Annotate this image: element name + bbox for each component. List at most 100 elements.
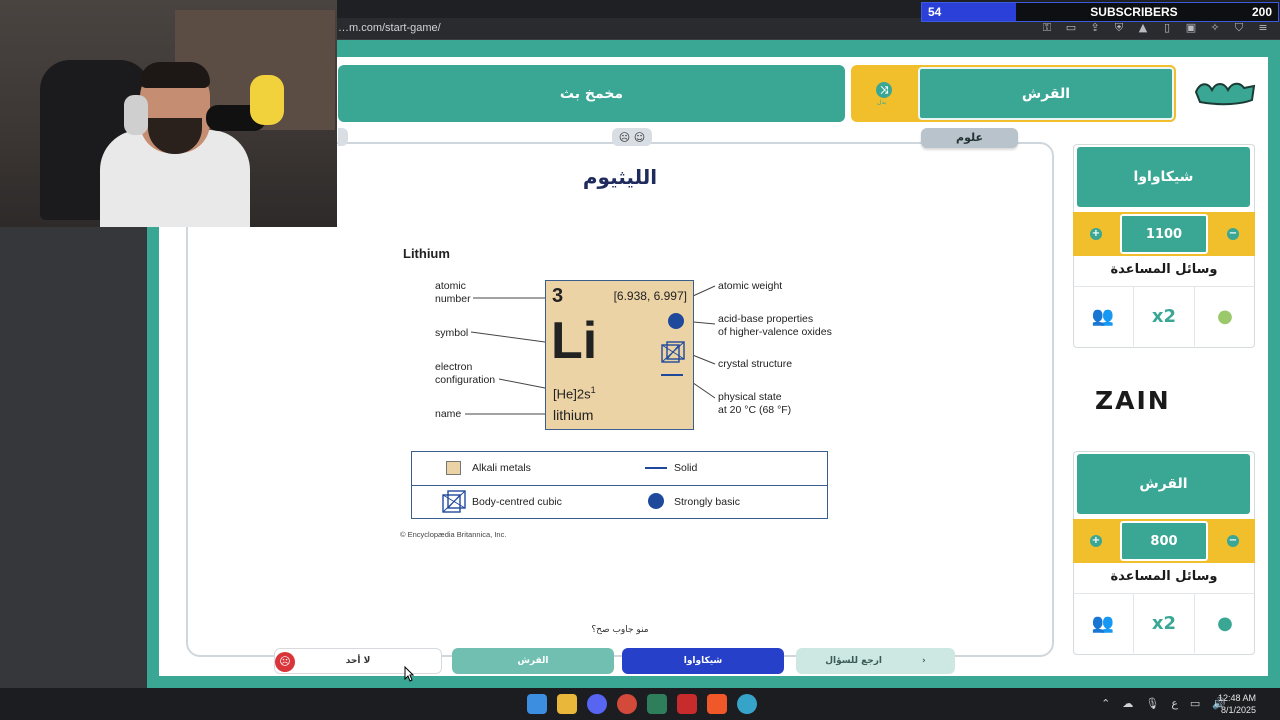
- minus-icon[interactable]: −: [1227, 535, 1239, 547]
- who-answered-prompt: منو جاوب صح؟: [591, 625, 649, 635]
- category-badge: علوم: [921, 128, 1018, 148]
- terminal-icon[interactable]: [647, 694, 667, 714]
- copyright: © Encyclopædia Britannica, Inc.: [400, 530, 507, 539]
- back-label: ارجع للسؤال: [825, 656, 883, 666]
- legend-alkali: Alkali metals: [472, 462, 531, 474]
- pikachu-figure: [250, 75, 284, 125]
- language-indicator[interactable]: ع: [1171, 697, 1178, 710]
- game-logo: [1194, 82, 1256, 106]
- electron-configuration: [He]2s1: [553, 385, 596, 401]
- team1-tools: 👥 x2 ●: [1073, 286, 1255, 346]
- chrome-icon[interactable]: [617, 694, 637, 714]
- team-tab-right[interactable]: القرش: [918, 67, 1174, 120]
- bcc-cube-icon: [661, 341, 685, 363]
- clock[interactable]: 12:48 AM 8/1/2025: [1210, 692, 1256, 716]
- label-atomic-weight: atomic weight: [718, 280, 783, 292]
- key-icon[interactable]: ⚿: [1040, 21, 1054, 35]
- cloud-icon[interactable]: ☁: [1122, 697, 1133, 710]
- sad-face-icon: ☹: [275, 652, 295, 672]
- team2-points: 800: [1120, 521, 1208, 561]
- team2-tools-title: وسائل المساعدة: [1110, 569, 1218, 584]
- clock-date: 8/1/2025: [1220, 705, 1256, 715]
- legend-row: Body-centred cubic Strongly basic: [412, 485, 827, 519]
- team2-name: القرش: [1077, 454, 1250, 514]
- brave-shield-icon[interactable]: ⛨: [1112, 21, 1126, 35]
- team-right-answer-button[interactable]: القرش: [452, 648, 614, 674]
- subscriber-goal-overlay: 54 SUBSCRIBERS 200: [921, 2, 1279, 22]
- menu-icon[interactable]: ≡: [1256, 21, 1270, 35]
- wallet-icon[interactable]: ▣: [1184, 21, 1198, 35]
- minus-icon[interactable]: −: [1227, 228, 1239, 240]
- sidebar-icon[interactable]: ▯: [1160, 21, 1174, 35]
- double-points-icon[interactable]: x2: [1133, 594, 1194, 653]
- alkali-swatch: [446, 461, 461, 475]
- team-tab-left[interactable]: مخمخ بث: [338, 65, 845, 122]
- figure-legend: Alkali metals Solid Body-centred cubic S…: [411, 451, 828, 519]
- label-crystal-structure: crystal structure: [718, 358, 793, 370]
- webcam-overlay: [0, 0, 337, 227]
- system-tray: ⌃ ☁ 🎙 ع ▭ 🔊: [1101, 697, 1226, 710]
- solid-state-icon: [661, 374, 683, 376]
- team1-tools-title: وسائل المساعدة: [1110, 262, 1218, 277]
- vpn-icon[interactable]: ⛉: [1232, 21, 1246, 35]
- call-friend-icon[interactable]: 👥: [1073, 287, 1133, 346]
- chevron-right-icon: ›: [922, 656, 926, 666]
- atomic-weight: [6.938, 6.997]: [613, 289, 687, 303]
- plus-icon[interactable]: +: [1090, 228, 1102, 240]
- label-electron-configuration: electron configuration: [435, 361, 496, 386]
- url-field[interactable]: …m.com/start-game/: [338, 22, 441, 34]
- extensions-icon[interactable]: ✧: [1208, 21, 1222, 35]
- atomic-number: 3: [552, 285, 564, 307]
- element-symbol: Li: [551, 312, 598, 370]
- webcam-person-hair: [140, 62, 210, 88]
- sponsor-logo: ZAIN: [1095, 386, 1171, 415]
- double-points-icon[interactable]: x2: [1133, 287, 1194, 346]
- legend-bcc: Body-centred cubic: [472, 496, 562, 508]
- discord-icon[interactable]: [587, 694, 607, 714]
- legend-basic: Strongly basic: [674, 496, 740, 508]
- back-to-question-button[interactable]: ارجع للسؤال ›: [796, 648, 955, 674]
- plus-icon[interactable]: +: [1090, 535, 1102, 547]
- no-one-button[interactable]: ☹ لا أحد: [274, 648, 442, 674]
- address-bar-icons: ⚿ ▭ ⇪ ⛨ ▲ ▯ ▣ ✧ ⛉ ≡: [1040, 21, 1270, 35]
- team1-points: 1100: [1120, 214, 1208, 254]
- reaction-faces[interactable]: ☹ ☺: [612, 128, 652, 146]
- label-physical-state: physical state at 20 °C (68 °F): [718, 391, 792, 416]
- solid-swatch: [645, 467, 667, 469]
- globe-icon[interactable]: [737, 694, 757, 714]
- network-icon[interactable]: ▭: [1190, 697, 1200, 710]
- mic-icon[interactable]: 🎙: [1145, 697, 1159, 710]
- file-explorer-icon[interactable]: [557, 694, 577, 714]
- share-icon[interactable]: ⇪: [1088, 21, 1102, 35]
- swap-icon[interactable]: ⤨: [876, 82, 892, 98]
- configuration-text: [He]2s: [553, 386, 591, 402]
- swap-label: بدل: [877, 99, 887, 106]
- start-icon[interactable]: [527, 694, 547, 714]
- recorder-icon[interactable]: [677, 694, 697, 714]
- bcc-cube-icon: [442, 490, 466, 513]
- label-name: name: [435, 408, 462, 420]
- legend-solid: Solid: [674, 462, 698, 474]
- panel-tab: [338, 128, 348, 146]
- mouse-cursor-icon: [404, 666, 414, 682]
- element-card: 3 [6.938, 6.997] Li [He]2s1 lithium: [545, 280, 694, 430]
- brave-icon[interactable]: [707, 694, 727, 714]
- hint-icon[interactable]: ●: [1194, 287, 1255, 346]
- label-symbol: symbol: [435, 327, 469, 339]
- strongly-basic-icon: [668, 313, 684, 329]
- taskbar-apps: [527, 694, 757, 714]
- hint-icon[interactable]: ●: [1194, 594, 1255, 653]
- screen: — ▢ ✕ …m.com/start-game/ ⚿ ▭ ⇪ ⛨ ▲ ▯ ▣ ✧…: [0, 0, 1280, 720]
- rewards-icon[interactable]: ▲: [1136, 21, 1150, 35]
- screen-icon[interactable]: ▭: [1064, 21, 1078, 35]
- team-left-answer-button[interactable]: شيكاواوا: [622, 648, 784, 674]
- label-acid-base: acid-base properties of higher-valence o…: [718, 313, 832, 338]
- legend-row: Alkali metals Solid: [412, 452, 827, 486]
- call-friend-icon[interactable]: 👥: [1073, 594, 1133, 653]
- chevron-up-icon[interactable]: ⌃: [1101, 697, 1110, 710]
- basic-swatch: [648, 493, 664, 509]
- element-figure: Lithium atomic number symbol electron co…: [395, 240, 845, 550]
- subscriber-goal: 200: [1251, 5, 1272, 19]
- headphones: [124, 95, 148, 135]
- label-atomic-number: atomic number: [435, 280, 471, 305]
